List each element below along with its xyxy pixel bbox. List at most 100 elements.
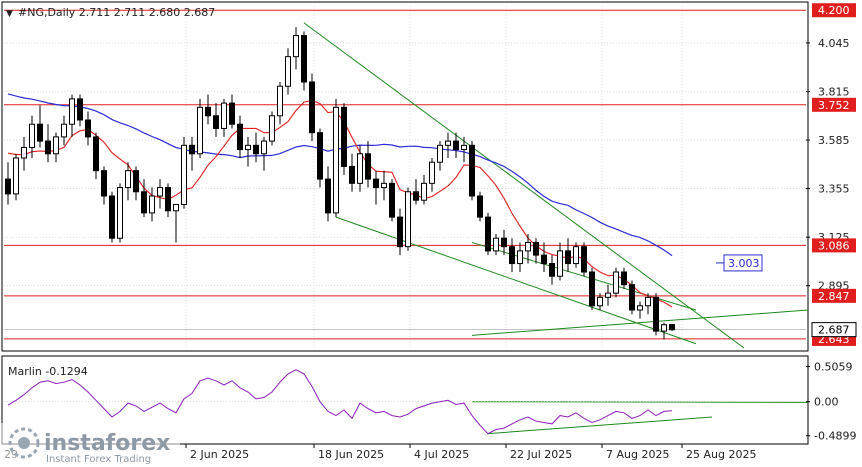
candle-body [5,178,11,195]
candle-body [245,144,251,151]
candle-body [429,161,435,184]
candle-body [349,165,355,184]
y-tick-label: 4.045 [818,37,850,50]
x-tick-label: 22 Jul 2025 [510,448,572,461]
candle-body [549,263,555,277]
y-tick-label: 3.815 [818,86,850,99]
level-label: 4.200 [818,4,850,17]
candle-body [501,237,507,248]
candle-body [621,271,627,286]
level-label: 2.847 [818,290,850,303]
candle-body [309,81,315,134]
candle-body [45,140,51,155]
candle-body [293,35,299,58]
x-tick-label: 4 Jul 2025 [414,448,469,461]
candle-body [605,292,611,298]
candle-body [29,123,35,148]
candle-body [581,246,587,273]
candle-body [21,146,27,159]
main-pane-frame [1,1,809,352]
candle-body [285,56,291,87]
candle-body [181,144,187,205]
watermark-tagline: Instant Forex Trading [46,454,151,465]
level-label: 3.752 [818,99,850,112]
candle-body [317,132,323,180]
candle-body [637,305,643,311]
candle-body [133,170,139,193]
candle-body [437,144,443,163]
candle-body [373,178,379,189]
candle-body [357,153,363,184]
candle-body [557,250,563,277]
candle-body [109,195,115,239]
candle-body [213,115,219,129]
candle-body [413,191,419,201]
candle-body [261,140,267,155]
candle-body [229,102,235,125]
candle-body [269,115,275,142]
candle-body [101,170,107,197]
candle-body [573,246,579,265]
candle-body [61,123,67,138]
candle-body [157,187,163,197]
candle-body [669,324,675,331]
y-tick-label: 3.585 [818,134,850,147]
candle-body [565,250,571,265]
candle-body [85,119,91,138]
osc-y-tick-label: 0.5059 [814,361,853,374]
watermark-brand: instaforex [44,431,170,456]
indicator-label: Marlin -0.1294 [8,365,88,378]
current-price-label: 2.687 [818,324,850,337]
candle-body [653,296,659,332]
candle-body [629,284,635,311]
candle-body [69,98,75,125]
candle-body [341,106,347,167]
candle-body [53,136,59,155]
candle-body [453,140,459,151]
candle-body [445,140,451,146]
x-tick-label: 25 Aug 2025 [686,448,756,461]
candle-body [189,144,195,155]
candle-body [397,216,403,248]
candle-body [485,216,491,252]
osc-y-tick-label: 0.00 [814,396,839,409]
candle-body [333,106,339,214]
osc-y-tick-label: -0.4899 [814,430,856,443]
candle-body [117,187,123,239]
candle-body [421,182,427,201]
y-tick-label: 3.355 [818,183,850,196]
level-label: 3.086 [818,239,850,252]
candle-body [301,35,307,83]
candle-body [93,136,99,172]
candle-body [13,157,19,195]
candle-body [533,241,539,256]
candle-body [389,182,395,218]
candle-body [365,153,371,180]
candle-body [597,296,603,307]
candle-body [405,191,411,248]
candle-body [469,144,475,197]
candle-body [221,102,227,129]
watermark: instaforex Instant Forex Trading [0,423,180,467]
header-arrow-icon: ▼ [6,9,13,19]
candle-body [525,241,531,252]
candle-body [237,123,243,151]
candle-body [493,237,499,252]
candle-body [645,296,651,307]
candle-body [541,254,547,265]
candle-body [613,271,619,294]
candle-body [253,144,259,155]
candle-body [197,106,203,155]
candle-body [477,195,483,218]
candle-body [37,123,43,142]
candle-body [205,106,211,117]
blue-ma-tag-label: 3.003 [728,257,760,270]
candle-body [125,170,131,189]
x-tick-label: 7 Aug 2025 [606,448,669,461]
candle-body [165,187,171,212]
candle-body [589,271,595,307]
candle-body [381,182,387,189]
candle-body [77,98,83,121]
candle-body [325,178,331,214]
symbol-line: #NG,Daily 2.711 2.711 2.680 2.687 [18,6,215,19]
